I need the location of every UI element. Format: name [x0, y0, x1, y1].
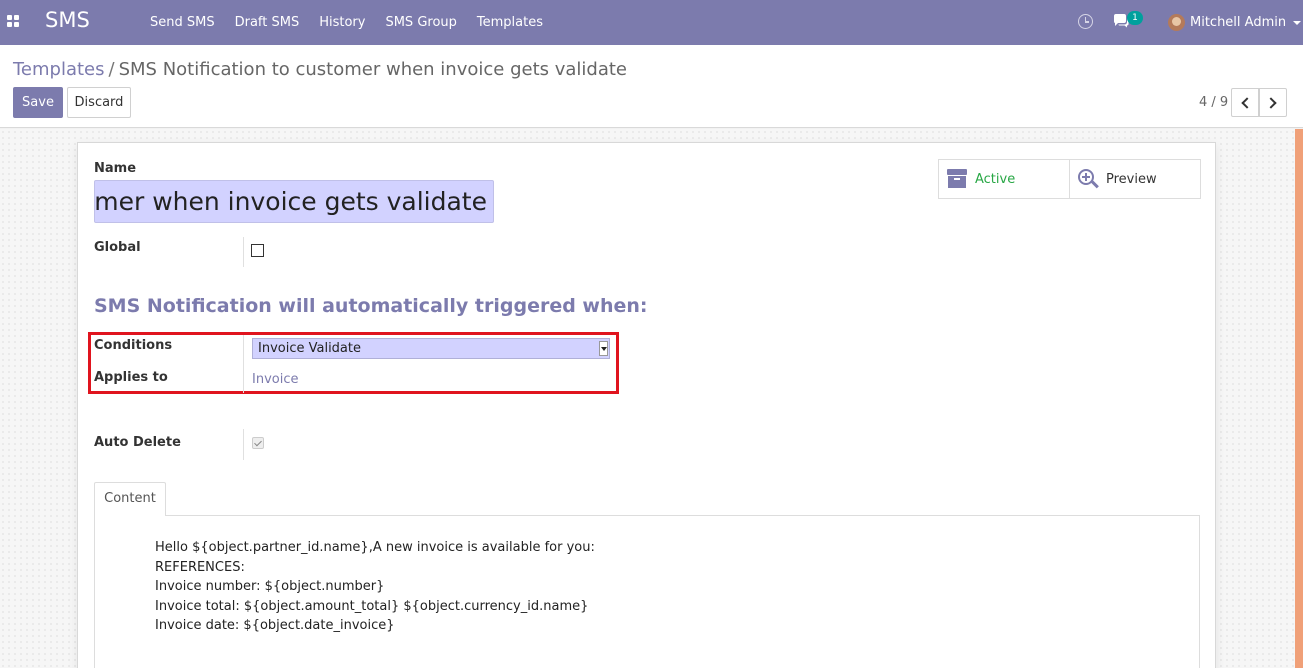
field-divider [243, 237, 244, 267]
conditions-selected-value: Invoice Validate [258, 341, 361, 356]
auto-delete-label: Auto Delete [94, 435, 181, 450]
save-button[interactable]: Save [13, 87, 63, 118]
conditions-select[interactable]: Invoice Validate [252, 338, 610, 359]
pager-value[interactable]: 4 / 9 [1199, 95, 1228, 110]
global-checkbox[interactable] [251, 244, 264, 257]
content-line: REFERENCES: [155, 559, 245, 575]
stat-button-box: Active Preview [938, 159, 1201, 199]
menu-item-sms-group[interactable]: SMS Group [375, 0, 466, 45]
caret-down-icon [1293, 20, 1302, 25]
breadcrumb-separator: / [108, 59, 115, 80]
content-line: Invoice date: ${object.date_invoice} [155, 618, 395, 633]
menu-item-draft-sms[interactable]: Draft SMS [225, 0, 310, 45]
conditions-label: Conditions [94, 338, 173, 353]
form-sheet: Name SMS Notification to customer when i… [77, 142, 1216, 668]
discard-button[interactable]: Discard [67, 87, 131, 118]
chevron-right-icon [1265, 97, 1277, 109]
preview-label: Preview [1106, 171, 1157, 187]
applies-to-value: Invoice [252, 372, 299, 387]
name-label: Name [94, 161, 137, 176]
content-tab-panel[interactable]: Hello ${object.partner_id.name},A new in… [94, 515, 1200, 668]
menu-item-templates[interactable]: Templates [467, 0, 553, 45]
activity-clock-icon[interactable] [1078, 14, 1093, 29]
breadcrumb-templates-link[interactable]: Templates [13, 59, 105, 80]
breadcrumb: Templates / SMS Notification to customer w… [13, 59, 627, 80]
chat-badge: 1 [1127, 11, 1143, 25]
avatar [1168, 14, 1185, 31]
scrollbar[interactable] [1295, 129, 1303, 668]
active-toggle-button[interactable]: Active [938, 159, 1070, 199]
global-label: Global [94, 240, 141, 255]
section-title: SMS Notification will automatically trig… [94, 295, 648, 317]
search-plus-icon [1078, 169, 1100, 191]
breadcrumb-current: SMS Notification to customer when invoic… [118, 59, 628, 80]
content-body[interactable]: Hello ${object.partner_id.name},A new in… [155, 538, 595, 636]
name-input-value: SMS Notification to customer when invoic… [94, 187, 487, 216]
content-line: Invoice total: ${object.amount_total} ${… [155, 598, 589, 614]
applies-to-label: Applies to [94, 370, 168, 385]
auto-delete-checkbox[interactable] [252, 437, 264, 449]
control-panel: Templates / SMS Notification to customer w… [0, 45, 1303, 128]
top-navbar: SMS Send SMS Draft SMS History SMS Group… [0, 0, 1303, 45]
pager-next-button[interactable] [1259, 88, 1287, 117]
user-name: Mitchell Admin [1190, 15, 1287, 30]
main-menu: Send SMS Draft SMS History SMS Group Tem… [140, 0, 553, 45]
content-line: Invoice number: ${object.number} [155, 579, 385, 594]
field-divider [243, 335, 244, 393]
name-input[interactable]: SMS Notification to customer when invoic… [94, 180, 494, 223]
preview-button[interactable]: Preview [1070, 159, 1201, 199]
menu-item-history[interactable]: History [309, 0, 375, 45]
content-line: Hello ${object.partner_id.name},A new in… [155, 540, 595, 555]
user-menu[interactable]: Mitchell Admin [1168, 0, 1303, 45]
pager-previous-button[interactable] [1231, 88, 1259, 117]
apps-grid-icon[interactable] [7, 15, 20, 28]
tab-content[interactable]: Content [94, 482, 166, 516]
chevron-left-icon [1241, 97, 1253, 109]
field-divider [243, 429, 244, 460]
active-label: Active [975, 171, 1016, 187]
dropdown-arrow-icon [599, 341, 608, 356]
menu-item-send-sms[interactable]: Send SMS [140, 0, 225, 45]
archive-icon [947, 169, 967, 189]
app-brand[interactable]: SMS [45, 8, 90, 32]
